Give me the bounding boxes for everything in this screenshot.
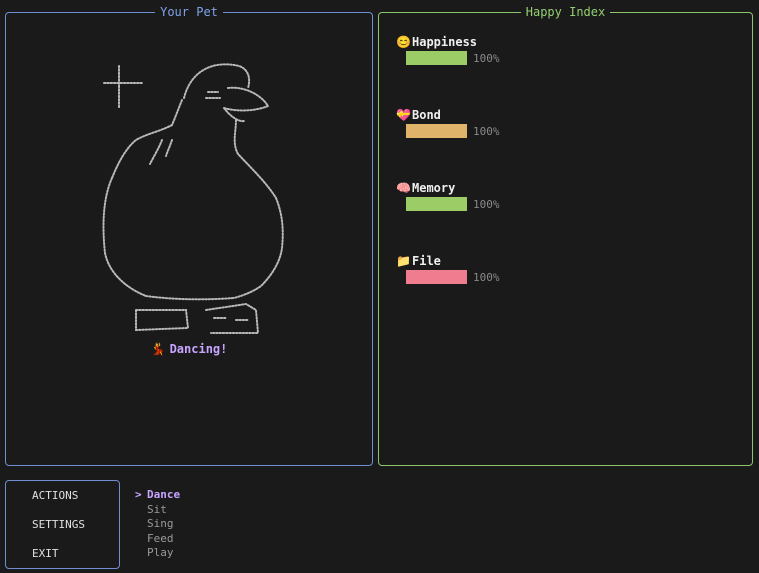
stat-value: 100% xyxy=(473,51,500,65)
bond-bar xyxy=(406,124,467,138)
stat-label: Memory xyxy=(412,181,456,195)
stat-value: 100% xyxy=(473,270,500,284)
stat-label: Happiness xyxy=(412,35,478,49)
action-feed[interactable]: Feed xyxy=(135,532,180,547)
pet-status: 💃 Dancing! xyxy=(6,342,372,356)
stat-label: Bond xyxy=(412,108,441,122)
stat-bond: 💝Bond 100% xyxy=(396,108,500,139)
menu-item-exit[interactable]: EXIT xyxy=(32,547,59,560)
stat-value: 100% xyxy=(473,124,500,138)
stat-label: File xyxy=(412,254,441,268)
actions-submenu: > Dance Sit Sing Feed Play xyxy=(135,488,180,561)
stat-file: 📁File 100% xyxy=(396,254,500,285)
action-play[interactable]: Play xyxy=(135,546,180,561)
file-bar xyxy=(406,270,467,284)
menu-item-actions[interactable]: ACTIONS xyxy=(32,489,78,502)
cursor-icon: > xyxy=(135,488,142,501)
pet-panel: Your Pet 💃 Dancing! xyxy=(5,5,373,466)
happy-index-title: Happy Index xyxy=(520,5,611,19)
stat-happiness: 😊Happiness 100% xyxy=(396,35,500,66)
happiness-bar xyxy=(406,51,467,65)
smiley-icon: 😊 xyxy=(396,35,411,49)
heart-icon: 💝 xyxy=(396,108,411,122)
main-menu: ACTIONS SETTINGS EXIT xyxy=(5,480,120,569)
action-dance[interactable]: > Dance xyxy=(135,488,180,503)
action-sit[interactable]: Sit xyxy=(135,503,180,518)
memory-bar xyxy=(406,197,467,211)
menu-item-settings[interactable]: SETTINGS xyxy=(32,518,85,531)
pet-panel-title: Your Pet xyxy=(155,5,223,19)
stat-memory: 🧠Memory 100% xyxy=(396,181,500,212)
brain-icon: 🧠 xyxy=(396,181,411,195)
folder-icon: 📁 xyxy=(396,254,411,268)
stat-value: 100% xyxy=(473,197,500,211)
pet-status-text: Dancing! xyxy=(169,342,228,356)
pet-ascii-art xyxy=(102,63,284,334)
happy-index-panel: Happy Index 😊Happiness 100% 💝Bond 100% 🧠… xyxy=(378,5,753,466)
dancer-icon: 💃 xyxy=(150,342,166,356)
action-sing[interactable]: Sing xyxy=(135,517,180,532)
